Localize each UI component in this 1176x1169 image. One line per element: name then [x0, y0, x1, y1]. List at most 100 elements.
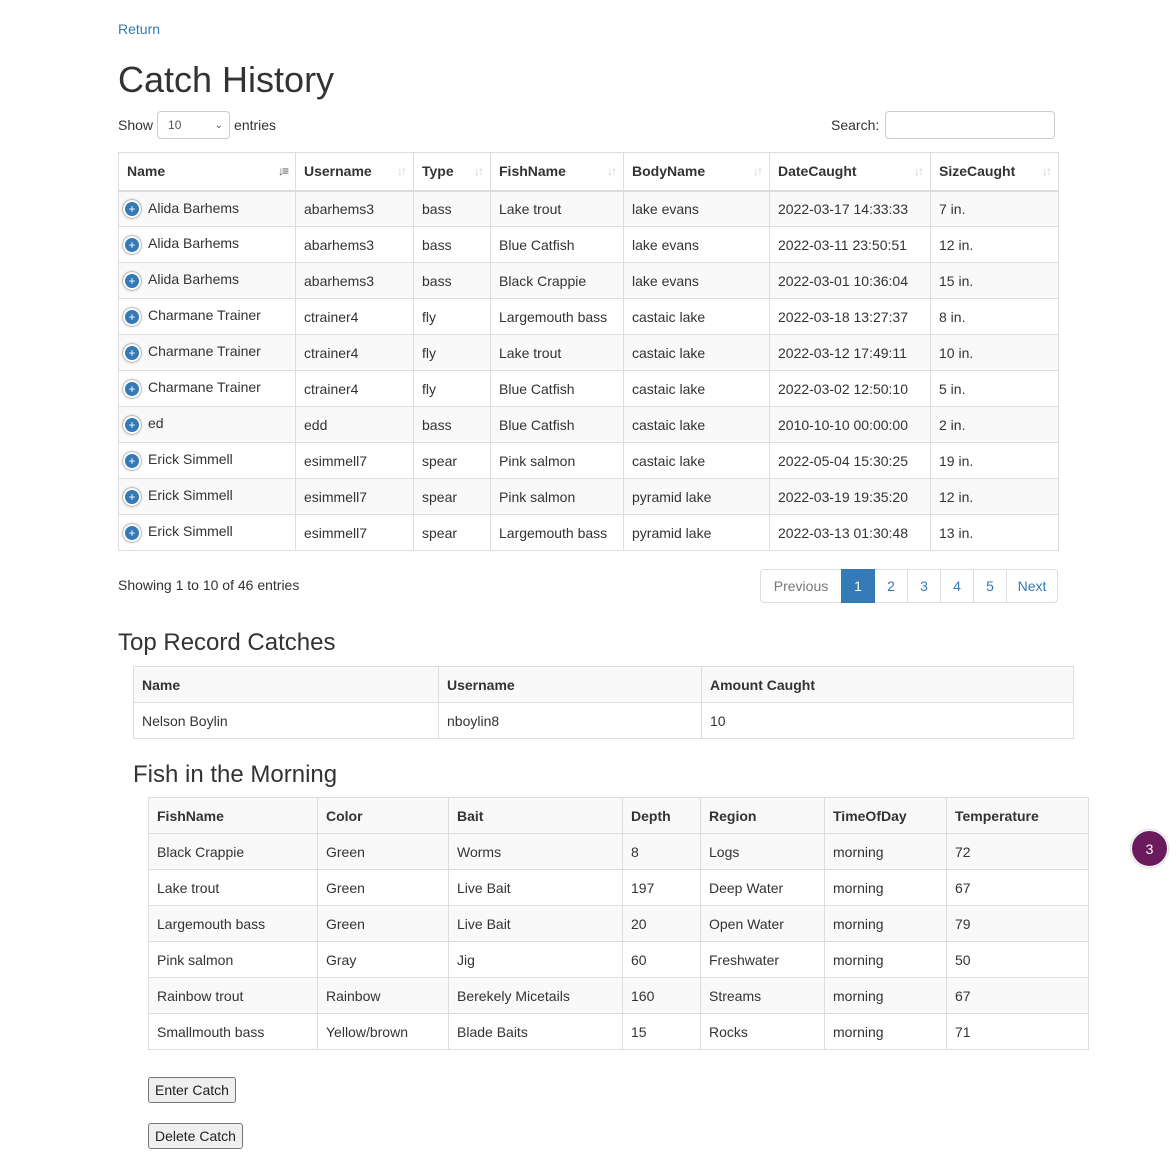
- column-header-label: Name: [127, 163, 166, 180]
- plus-circle-icon[interactable]: +: [123, 235, 141, 254]
- cell-region: Logs: [700, 833, 825, 870]
- column-header-label: Username: [304, 163, 372, 180]
- cell-text: Blue Catfish: [499, 236, 575, 253]
- cell-temperature: 50: [946, 941, 1089, 978]
- morning-fish-table: FishName Color Bait Depth Region TimeOfDay Tem…: [148, 797, 1089, 1050]
- cell-bodyname: castaic lake: [623, 370, 770, 407]
- plus-circle-icon[interactable]: +: [123, 487, 141, 506]
- page-button-5[interactable]: 5: [973, 569, 1007, 603]
- cell-text: bass: [422, 236, 452, 253]
- page-button-1[interactable]: 1: [841, 569, 875, 603]
- cell-text: Alida Barhems: [148, 271, 240, 288]
- notification-badge[interactable]: 3: [1131, 830, 1168, 867]
- delete-catch-button[interactable]: Delete Catch: [148, 1123, 243, 1149]
- search-input[interactable]: [885, 111, 1056, 139]
- cell-text: Charmane Trainer: [148, 379, 261, 396]
- cell-username: edd: [295, 406, 414, 443]
- plus-circle-icon[interactable]: +: [123, 379, 141, 398]
- cell-text: bass: [422, 200, 452, 217]
- cell-bait: Blade Baits: [448, 1013, 623, 1050]
- cell-text: 2022-03-18 13:27:37: [778, 308, 908, 325]
- cell-text: 2 in.: [939, 416, 966, 433]
- cell-text: ctrainer4: [304, 380, 359, 397]
- cell-text: Lake trout: [499, 344, 562, 361]
- cell-fishname: Lake trout: [148, 869, 318, 906]
- records-table: Name Username Amount Caught Nelson Boylin n…: [133, 666, 1074, 739]
- cell-text: ed: [148, 415, 164, 432]
- previous-page-button[interactable]: Previous: [760, 569, 842, 603]
- cell-datecaught: 2022-05-04 15:30:25: [769, 442, 931, 479]
- entries-select[interactable]: 10 ⌄: [157, 111, 231, 139]
- sort-arrows-icon: ↓↑: [397, 164, 407, 178]
- cell-bait: Live Bait: [448, 869, 623, 906]
- cell-text: 12 in.: [939, 236, 974, 253]
- cell-datecaught: 2022-03-12 17:49:11: [769, 334, 931, 371]
- cell-sizecaught: 12 in.: [930, 478, 1059, 515]
- cell-sizecaught: 15 in.: [930, 262, 1059, 299]
- cell-fishname: Largemouth bass: [148, 905, 318, 942]
- cell-fishname: Blue Catfish: [490, 226, 624, 263]
- table-row: Pink salmon Gray Jig 60 Freshwater morning 50: [148, 941, 1089, 978]
- column-header-fishname[interactable]: FishName ↓↑: [490, 152, 624, 192]
- cell-fishname: Pink salmon: [490, 442, 624, 479]
- search-control: Search:: [831, 110, 1056, 140]
- cell-text: Blue Catfish: [499, 380, 575, 397]
- cell-bait: Berekely Micetails: [448, 977, 623, 1014]
- plus-circle-icon[interactable]: +: [123, 523, 141, 542]
- plus-circle-icon[interactable]: +: [123, 343, 141, 362]
- sort-arrows-icon: ↓↑: [607, 164, 617, 178]
- cell-bodyname: lake evans: [623, 262, 770, 299]
- page-button-2[interactable]: 2: [874, 569, 908, 603]
- cell-text: Blue Catfish: [499, 416, 575, 433]
- cell-timeofday: morning: [824, 977, 947, 1014]
- return-link[interactable]: Return: [118, 21, 160, 37]
- plus-circle-icon[interactable]: +: [123, 307, 141, 326]
- cell-region: Freshwater: [700, 941, 825, 978]
- cell-text: Erick Simmell: [148, 451, 233, 468]
- cell-text: 2022-03-13 01:30:48: [778, 524, 908, 541]
- cell-type: fly: [413, 334, 491, 371]
- cell-depth: 15: [622, 1013, 701, 1050]
- pagination: Previous 1 2 3 4 5 Next: [760, 569, 1058, 603]
- cell-username: nboylin8: [438, 702, 702, 739]
- plus-circle-icon[interactable]: +: [123, 451, 141, 470]
- sort-arrows-icon: ↓↑: [914, 164, 924, 178]
- cell-temperature: 79: [946, 905, 1089, 942]
- cell-type: spear: [413, 478, 491, 515]
- cell-datecaught: 2022-03-19 19:35:20: [769, 478, 931, 515]
- cell-datecaught: 2022-03-18 13:27:37: [769, 298, 931, 335]
- cell-sizecaught: 10 in.: [930, 334, 1059, 371]
- column-header-datecaught[interactable]: DateCaught ↓↑: [769, 152, 931, 192]
- cell-text: abarhems3: [304, 200, 375, 217]
- page-button-4[interactable]: 4: [940, 569, 974, 603]
- cell-datecaught: 2010-10-10 00:00:00: [769, 406, 931, 443]
- column-header-username[interactable]: Username ↓↑: [295, 152, 414, 192]
- cell-text: pyramid lake: [632, 488, 712, 505]
- cell-text: abarhems3: [304, 236, 375, 253]
- cell-text: 2022-03-17 14:33:33: [778, 200, 908, 217]
- cell-text: 2022-03-12 17:49:11: [778, 344, 907, 361]
- column-header-sizecaught[interactable]: SizeCaught ↓↑: [930, 152, 1059, 192]
- column-header-label: FishName: [499, 163, 566, 180]
- next-page-button[interactable]: Next: [1006, 569, 1058, 603]
- cell-text: lake evans: [632, 272, 699, 289]
- column-header-bodyname[interactable]: BodyName ↓↑: [623, 152, 770, 192]
- cell-depth: 20: [622, 905, 701, 942]
- cell-color: Green: [317, 833, 449, 870]
- column-header-region: Region: [700, 797, 825, 834]
- cell-text: Erick Simmell: [148, 523, 233, 540]
- plus-circle-icon[interactable]: +: [123, 415, 141, 434]
- catch-history-table: Name ↓≡ Username ↓↑ Type ↓↑ FishName ↓↑ BodyName…: [118, 152, 1059, 551]
- plus-circle-icon[interactable]: +: [123, 271, 141, 290]
- plus-circle-icon[interactable]: +: [123, 199, 141, 218]
- cell-color: Gray: [317, 941, 449, 978]
- column-header-amount-caught: Amount Caught: [701, 666, 1074, 703]
- cell-region: Rocks: [700, 1013, 825, 1050]
- column-header-name[interactable]: Name ↓≡: [118, 152, 296, 192]
- cell-name: + Charmane Trainer: [118, 298, 296, 335]
- cell-type: bass: [413, 262, 491, 299]
- page-button-3[interactable]: 3: [907, 569, 941, 603]
- search-label: Search:: [831, 117, 880, 133]
- enter-catch-button[interactable]: Enter Catch: [148, 1077, 236, 1103]
- column-header-type[interactable]: Type ↓↑: [413, 152, 491, 192]
